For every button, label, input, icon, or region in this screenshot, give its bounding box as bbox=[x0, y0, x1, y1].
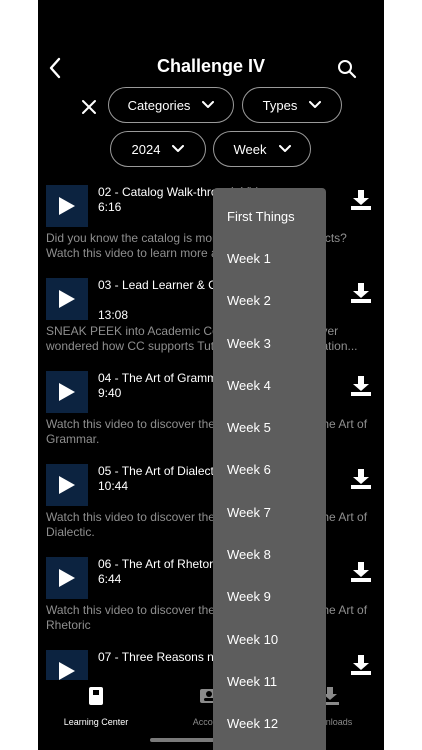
video-item[interactable]: 03 - Lead Learner & Christian Worldview … bbox=[38, 276, 384, 369]
dropdown-option-week-10[interactable]: Week 10 bbox=[213, 618, 326, 660]
download-icon bbox=[351, 190, 371, 210]
dropdown-option-week-12[interactable]: Week 12 bbox=[213, 703, 326, 745]
tab-label: Learning Center bbox=[63, 717, 129, 727]
dropdown-option-week-11[interactable]: Week 11 bbox=[213, 660, 326, 702]
week-filter[interactable]: Week bbox=[213, 131, 311, 167]
video-duration: 13:08 bbox=[98, 308, 129, 322]
chevron-down-icon bbox=[172, 145, 185, 152]
video-description: Watch this video to discover the history… bbox=[46, 510, 368, 539]
video-thumbnail[interactable] bbox=[46, 278, 88, 320]
play-icon bbox=[59, 383, 75, 401]
chevron-down-icon bbox=[278, 145, 291, 152]
book-icon bbox=[89, 687, 103, 705]
dropdown-option-week-6[interactable]: Week 6 bbox=[213, 449, 326, 491]
video-description: Watch this video to discover the history… bbox=[46, 417, 368, 446]
download-icon bbox=[351, 283, 371, 303]
video-thumbnail[interactable] bbox=[46, 185, 88, 227]
download-button[interactable] bbox=[350, 282, 372, 304]
video-duration: 9:40 bbox=[98, 386, 122, 400]
download-icon bbox=[351, 562, 371, 582]
header: Challenge IV bbox=[38, 50, 384, 86]
download-button[interactable] bbox=[350, 561, 372, 583]
video-item[interactable]: 05 - The Art of Dialectic 10:44 Watch th… bbox=[38, 462, 384, 555]
video-thumbnail[interactable] bbox=[46, 371, 88, 413]
dropdown-option-week-7[interactable]: Week 7 bbox=[213, 491, 326, 533]
download-button[interactable] bbox=[350, 468, 372, 490]
video-description: SNEAK PEEK into Academic Coaching! Have … bbox=[46, 324, 358, 353]
dropdown-option-week-5[interactable]: Week 5 bbox=[213, 406, 326, 448]
week-dropdown-menu: First Things Week 1 Week 2 Week 3 Week 4… bbox=[213, 188, 326, 750]
dropdown-option-week-3[interactable]: Week 3 bbox=[213, 322, 326, 364]
tab-learning-center[interactable]: Learning Center bbox=[56, 686, 136, 727]
categories-filter[interactable]: Categories bbox=[108, 87, 234, 123]
page-title: Challenge IV bbox=[156, 56, 266, 76]
year-filter[interactable]: 2024 bbox=[110, 131, 206, 167]
dropdown-option-week-1[interactable]: Week 1 bbox=[213, 237, 326, 279]
play-icon bbox=[59, 476, 75, 494]
app-screen: Challenge IV Categories Types 2024 Week bbox=[38, 0, 384, 750]
video-duration: 6:44 bbox=[98, 572, 122, 586]
video-item[interactable]: 06 - The Art of Rhetoric 6:44 Watch this… bbox=[38, 555, 384, 648]
close-icon bbox=[82, 100, 96, 114]
download-icon bbox=[351, 376, 371, 396]
play-icon bbox=[59, 569, 75, 587]
dropdown-option-week-4[interactable]: Week 4 bbox=[213, 364, 326, 406]
video-thumbnail[interactable] bbox=[46, 557, 88, 599]
chevron-down-icon bbox=[309, 101, 322, 108]
types-filter[interactable]: Types bbox=[242, 87, 342, 123]
types-filter-label: Types bbox=[262, 97, 298, 113]
dropdown-option-week-2[interactable]: Week 2 bbox=[213, 280, 326, 322]
play-icon bbox=[59, 197, 75, 215]
download-button[interactable] bbox=[350, 375, 372, 397]
chevron-down-icon bbox=[202, 101, 215, 108]
download-button[interactable] bbox=[350, 189, 372, 211]
download-button[interactable] bbox=[350, 654, 372, 676]
dropdown-option-week-9[interactable]: Week 9 bbox=[213, 576, 326, 618]
week-filter-label: Week bbox=[233, 141, 267, 157]
video-duration: 6:16 bbox=[98, 200, 122, 214]
dropdown-option-week-8[interactable]: Week 8 bbox=[213, 533, 326, 575]
year-filter-label: 2024 bbox=[131, 141, 161, 157]
video-item[interactable]: 02 - Catalog Walk-through Video 6:16 Did… bbox=[38, 183, 384, 276]
video-description: Watch this video to discover the history… bbox=[46, 603, 368, 632]
clear-filters-button[interactable] bbox=[78, 96, 100, 118]
search-icon bbox=[338, 60, 357, 79]
video-thumbnail[interactable] bbox=[46, 464, 88, 506]
dropdown-option-first-things[interactable]: First Things bbox=[213, 195, 326, 237]
categories-filter-label: Categories bbox=[127, 97, 191, 113]
download-icon bbox=[351, 655, 371, 675]
video-description: Did you know the catalog is more than a … bbox=[46, 231, 347, 260]
video-duration: 10:44 bbox=[98, 479, 129, 493]
play-icon bbox=[59, 290, 75, 308]
download-icon bbox=[351, 469, 371, 489]
search-button[interactable] bbox=[336, 58, 358, 80]
video-item[interactable]: 04 - The Art of Grammar 9:40 Watch this … bbox=[38, 369, 384, 462]
play-icon bbox=[59, 662, 75, 680]
